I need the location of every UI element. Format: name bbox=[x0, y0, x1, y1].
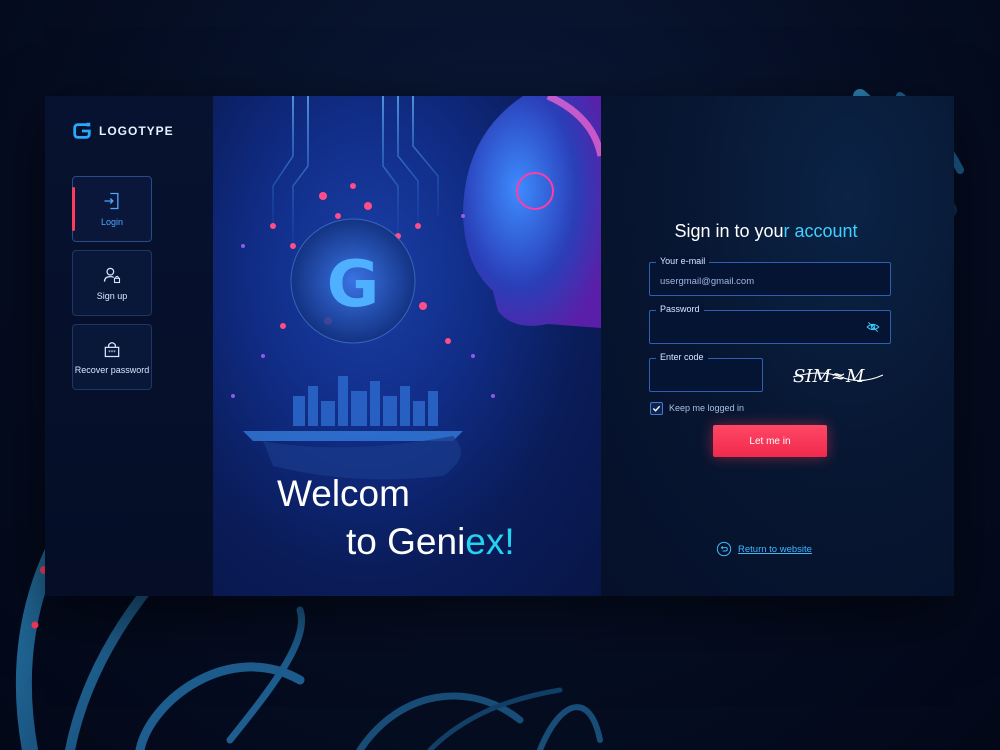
hero-illustration: G Welcom to Geniex! bbox=[213, 96, 601, 596]
hero-title-line1: Welcom bbox=[277, 473, 410, 514]
logo-g-icon bbox=[73, 122, 91, 139]
hero-title-line2-accent: ex! bbox=[465, 521, 515, 562]
brand-logo[interactable]: LOGOTYPE bbox=[71, 120, 174, 142]
logo-text: LOGOTYPE bbox=[99, 124, 174, 138]
captcha-image: SIM≈M bbox=[792, 366, 884, 387]
checkmark-icon bbox=[652, 405, 661, 412]
email-field-label: Your e-mail bbox=[656, 256, 710, 266]
email-field-value: usergmail@gmail.com bbox=[660, 276, 755, 287]
sidebar-item-recover-password[interactable]: *** Recover password bbox=[72, 324, 152, 390]
login-door-icon bbox=[104, 192, 119, 210]
eye-off-icon[interactable] bbox=[866, 320, 880, 334]
form-title: Sign in to your account bbox=[601, 221, 931, 242]
password-field[interactable]: Password bbox=[649, 304, 891, 344]
email-field[interactable]: Your e-mail usergmail@gmail.com bbox=[649, 256, 891, 296]
sidebar-item-label: Recover password bbox=[74, 365, 150, 375]
hero-title: Welcom to Geniex! bbox=[277, 470, 515, 566]
code-field[interactable]: Enter code bbox=[649, 352, 763, 392]
hero-logo-letter: G bbox=[327, 248, 380, 322]
let-me-in-button[interactable]: Let me in bbox=[713, 425, 827, 457]
sidebar-item-label: Login bbox=[100, 217, 124, 227]
return-to-website-link[interactable]: Return to website bbox=[716, 541, 812, 557]
svg-text:***: *** bbox=[108, 350, 116, 356]
code-field-label: Enter code bbox=[656, 352, 708, 362]
form-title-main: Sign in to you bbox=[674, 221, 784, 241]
return-arrow-icon bbox=[716, 541, 732, 557]
sidebar-item-signup[interactable]: Sign up bbox=[72, 250, 152, 316]
password-lock-icon: *** bbox=[104, 342, 120, 358]
login-card: LOGOTYPE Login Sign up *** Recover passw… bbox=[45, 96, 954, 596]
form-title-accent: r account bbox=[783, 221, 858, 241]
captcha-text: SIM≈M bbox=[793, 366, 865, 387]
sign-in-panel: Sign in to your account Your e-mail user… bbox=[601, 96, 954, 596]
sidebar: LOGOTYPE Login Sign up *** Recover passw… bbox=[45, 96, 213, 596]
sidebar-item-label: Sign up bbox=[96, 291, 128, 301]
hero-title-line2-main: to Geni bbox=[346, 521, 466, 562]
password-field-label: Password bbox=[656, 304, 704, 314]
user-lock-icon bbox=[103, 267, 121, 284]
hero-title-line2: to Geniex! bbox=[277, 518, 515, 566]
return-to-website-label: Return to website bbox=[738, 543, 812, 555]
keep-logged-in-checkbox[interactable] bbox=[650, 402, 663, 415]
sidebar-item-login[interactable]: Login bbox=[72, 176, 152, 242]
active-indicator bbox=[72, 187, 75, 231]
keep-logged-in-label[interactable]: Keep me logged in bbox=[669, 403, 744, 413]
